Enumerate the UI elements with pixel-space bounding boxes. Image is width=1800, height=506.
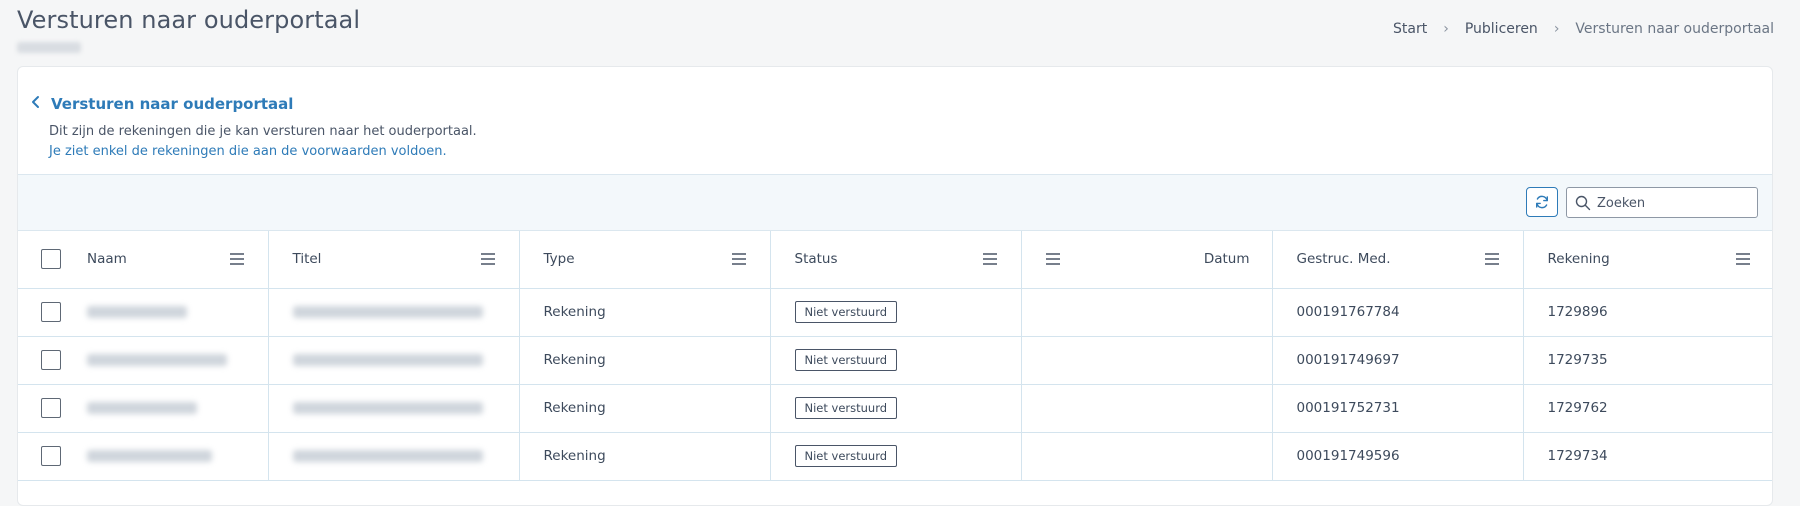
row-checkbox[interactable] <box>41 398 61 418</box>
row-checkbox[interactable] <box>41 302 61 322</box>
cell-gestruc-med: 000191767784 <box>1296 304 1400 320</box>
column-menu-icon[interactable] <box>480 253 495 265</box>
column-menu-icon[interactable] <box>1484 253 1499 265</box>
refresh-icon <box>1536 195 1548 209</box>
redacted-title <box>292 354 483 366</box>
column-header-rekening[interactable]: Rekening <box>1523 231 1772 289</box>
column-menu-icon[interactable] <box>229 253 244 265</box>
cell-type: Rekening <box>543 304 606 320</box>
card-description: Dit zijn de rekeningen die je kan verstu… <box>49 124 477 139</box>
search-box <box>1566 187 1758 218</box>
page-title: Versturen naar ouderportaal <box>17 6 361 34</box>
cell-gestruc-med: 000191749596 <box>1296 448 1400 464</box>
column-header-datum[interactable]: Datum <box>1021 231 1273 289</box>
table-row[interactable]: Rekening Niet verstuurd 000191752731 172… <box>18 384 1772 433</box>
column-label: Rekening <box>1547 251 1610 268</box>
status-badge: Niet verstuurd <box>794 301 898 323</box>
card-description-note: Je ziet enkel de rekeningen die aan de v… <box>49 144 447 159</box>
column-label: Status <box>794 251 838 268</box>
chevron-right-icon: › <box>1553 21 1560 37</box>
column-menu-icon[interactable] <box>1736 253 1750 265</box>
column-menu-icon[interactable] <box>1045 253 1060 265</box>
card-header: Versturen naar ouderportaal Dit zijn de … <box>18 67 1772 174</box>
page-subtitle-redacted <box>17 42 81 53</box>
cell-rekening: 1729762 <box>1547 400 1608 416</box>
cell-type: Rekening <box>543 448 606 464</box>
redacted-name <box>87 450 212 462</box>
status-badge: Niet verstuurd <box>794 397 898 419</box>
column-menu-icon[interactable] <box>982 253 997 265</box>
status-badge: Niet verstuurd <box>794 349 898 371</box>
cell-gestruc-med: 000191749697 <box>1296 352 1400 368</box>
redacted-name <box>87 402 197 414</box>
redacted-name <box>87 306 187 318</box>
table-row[interactable]: Rekening Niet verstuurd 000191767784 172… <box>18 288 1772 337</box>
chevron-left-icon[interactable] <box>29 95 43 109</box>
chevron-right-icon: › <box>1443 21 1449 37</box>
cell-rekening: 1729735 <box>1547 352 1608 368</box>
cell-gestruc-med: 000191752731 <box>1296 400 1400 416</box>
cell-rekening: 1729734 <box>1547 448 1608 464</box>
column-label: Titel <box>292 251 322 268</box>
card-title[interactable]: Versturen naar ouderportaal <box>51 95 293 113</box>
column-header-titel[interactable]: Titel <box>268 231 520 289</box>
table-row[interactable]: Rekening Niet verstuurd 000191749596 172… <box>18 432 1772 481</box>
breadcrumb-publiceren[interactable]: Publiceren <box>1465 21 1538 37</box>
row-checkbox[interactable] <box>41 350 61 370</box>
column-header-naam[interactable]: Naam <box>18 231 269 289</box>
column-header-type[interactable]: Type <box>519 231 771 289</box>
column-header-gestruc-med[interactable]: Gestruc. Med. <box>1272 231 1524 289</box>
table-toolbar <box>18 174 1772 231</box>
table-row[interactable]: Rekening Niet verstuurd 000191749697 172… <box>18 336 1772 385</box>
search-input[interactable] <box>1597 192 1752 214</box>
redacted-title <box>292 306 483 318</box>
invoices-table: Naam Titel Type Status Datum Gestruc. Me… <box>18 231 1772 481</box>
status-badge: Niet verstuurd <box>794 445 898 467</box>
redacted-title <box>292 450 483 462</box>
main-card: Versturen naar ouderportaal Dit zijn de … <box>17 66 1773 506</box>
breadcrumb: Start › Publiceren › Versturen naar oude… <box>1393 21 1774 37</box>
column-header-status[interactable]: Status <box>770 231 1022 289</box>
refresh-button[interactable] <box>1526 187 1558 217</box>
column-label: Naam <box>87 251 127 268</box>
cell-type: Rekening <box>543 352 606 368</box>
column-menu-icon[interactable] <box>731 253 746 265</box>
column-label: Gestruc. Med. <box>1296 251 1391 268</box>
select-all-checkbox[interactable] <box>41 249 61 270</box>
table-header-row: Naam Titel Type Status Datum Gestruc. Me… <box>18 231 1772 289</box>
breadcrumb-current: Versturen naar ouderportaal <box>1575 21 1774 37</box>
cell-rekening: 1729896 <box>1547 304 1608 320</box>
column-label: Datum <box>1203 251 1250 268</box>
row-checkbox[interactable] <box>41 446 61 466</box>
cell-type: Rekening <box>543 400 606 416</box>
redacted-title <box>292 402 483 414</box>
column-label: Type <box>543 251 575 268</box>
page-header: Versturen naar ouderportaal Start › Publ… <box>0 0 1800 66</box>
search-icon <box>1575 195 1591 211</box>
breadcrumb-start[interactable]: Start <box>1393 21 1427 37</box>
redacted-name <box>87 354 227 366</box>
